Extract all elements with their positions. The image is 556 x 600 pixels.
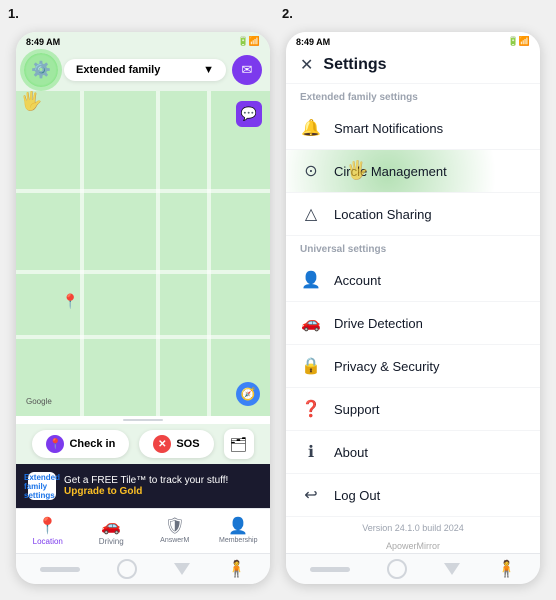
sos-button[interactable]: ✕ SOS (139, 430, 213, 458)
compass-button[interactable]: 🧭 (236, 382, 260, 406)
mail-button[interactable]: ✉ (232, 55, 262, 85)
action-bar: 📍 Check in ✕ SOS 🗂 (16, 424, 270, 464)
support-label: Support (334, 402, 380, 417)
logout-icon: ↩ (300, 485, 322, 505)
driving-tab-icon: 🚗 (101, 516, 121, 536)
location-tab-icon: 📍 (38, 516, 58, 536)
answer-tab-label: AnswerM (160, 537, 189, 544)
settings-about[interactable]: ℹ About (286, 431, 540, 474)
nav-figure-right: 🧍 (497, 559, 517, 579)
nav-home-pill (40, 567, 80, 572)
about-label: About (334, 445, 368, 460)
section-label-family: Extended family settings (286, 84, 540, 107)
location-sharing-icon: △ (300, 204, 322, 224)
about-icon: ℹ (300, 442, 322, 462)
support-icon: ❓ (300, 399, 322, 419)
tab-driving[interactable]: 🚗 Driving (80, 513, 144, 549)
logout-label: Log Out (334, 488, 380, 503)
nav-triangle-right[interactable] (444, 563, 460, 575)
divider (123, 419, 163, 421)
settings-title: Settings (323, 56, 386, 74)
nav-bar-right: 🧍 (286, 553, 540, 584)
checkin-button[interactable]: 📍 Check in (32, 430, 129, 458)
map-area: Google 📍 💬 🧭 🖐 (16, 91, 270, 416)
family-dropdown[interactable]: Extended family ▼ (64, 59, 226, 81)
drive-detection-label: Drive Detection (334, 316, 423, 331)
tab-location[interactable]: 📍 Location (16, 513, 80, 549)
nav-home-pill-right (310, 567, 350, 572)
account-label: Account (334, 273, 381, 288)
step-label-1: 1. (8, 6, 19, 21)
time-right: 8:49 AM (296, 37, 330, 47)
settings-support[interactable]: ❓ Support (286, 388, 540, 431)
watermark-text: ApowerMirror (286, 539, 540, 553)
settings-account[interactable]: 👤 Account (286, 259, 540, 302)
layers-button[interactable]: 🗂 (224, 429, 254, 459)
settings-location-sharing[interactable]: △ Location Sharing (286, 193, 540, 236)
section-label-universal: Universal settings (286, 236, 540, 259)
smart-notifications-label: Smart Notifications (334, 121, 443, 136)
settings-drive-detection[interactable]: 🚗 Drive Detection (286, 302, 540, 345)
tab-answer[interactable]: 🛡 AnswerM (143, 513, 207, 549)
map-pin-red: 📍 (62, 293, 79, 310)
settings-logout[interactable]: ↩ Log Out (286, 474, 540, 517)
map-google-label: Google (26, 397, 52, 406)
sos-icon: ✕ (153, 435, 171, 453)
status-icons-right: 🔋📶 (508, 36, 530, 47)
promo-main-text: Get a FREE Tile™ to track your stuff! (64, 475, 258, 486)
status-icons-left: 🔋📶 (238, 36, 260, 47)
nav-figure: 🧍 (227, 559, 247, 579)
nav-back-dot-right[interactable] (387, 559, 407, 579)
answer-tab-icon: 🛡 (165, 516, 185, 536)
settings-content: Extended family settings 🔔 Smart Notific… (286, 84, 540, 553)
status-bar-left: 8:49 AM 🔋📶 (16, 32, 270, 49)
circle-icon: ⊙ (300, 161, 322, 181)
membership-tab-icon: 👤 (228, 516, 248, 536)
checkin-label: Check in (69, 438, 115, 450)
drive-icon: 🚗 (300, 313, 322, 333)
gear-button[interactable]: ⚙️ (24, 53, 58, 87)
cursor-hand-1: 🖐 (20, 91, 42, 112)
tile-logo: Extended family settings (28, 472, 56, 500)
membership-tab-label: Membership (219, 537, 258, 544)
privacy-label: Privacy & Security (334, 359, 439, 374)
nav-triangle[interactable] (174, 563, 190, 575)
promo-text: Get a FREE Tile™ to track your stuff! Up… (64, 475, 258, 497)
sos-label: SOS (176, 438, 199, 450)
close-button[interactable]: ✕ (300, 55, 313, 75)
dropdown-arrow: ▼ (203, 64, 214, 76)
location-sharing-label: Location Sharing (334, 207, 432, 222)
bottom-tabs: 📍 Location 🚗 Driving 🛡 AnswerM 👤 Members… (16, 508, 270, 553)
account-icon: 👤 (300, 270, 322, 290)
settings-header: ✕ Settings (286, 49, 540, 84)
privacy-icon: 🔒 (300, 356, 322, 376)
promo-banner: Extended family settings Get a FREE Tile… (16, 464, 270, 508)
family-label: Extended family (76, 64, 160, 76)
driving-tab-label: Driving (99, 537, 124, 546)
tab-membership[interactable]: 👤 Membership (207, 513, 271, 549)
nav-bar-left: 🧍 (16, 553, 270, 584)
settings-circle-management[interactable]: ⊙ Circle Management 🖐 (286, 150, 540, 193)
step-label-2: 2. (282, 6, 293, 21)
nav-back-dot[interactable] (117, 559, 137, 579)
version-text: Version 24.1.0 build 2024 (286, 517, 540, 539)
cursor-hand-2: 🖐 (346, 160, 368, 181)
status-bar-right: 8:49 AM 🔋📶 (286, 32, 540, 49)
settings-smart-notifications[interactable]: 🔔 Smart Notifications (286, 107, 540, 150)
bell-icon: 🔔 (300, 118, 322, 138)
map-header: ⚙️ Extended family ▼ ✉ (16, 49, 270, 91)
chat-bubble[interactable]: 💬 (236, 101, 262, 127)
promo-upgrade-text: Upgrade to Gold (64, 486, 258, 497)
location-tab-label: Location (33, 537, 63, 546)
checkin-icon: 📍 (46, 435, 64, 453)
settings-privacy[interactable]: 🔒 Privacy & Security (286, 345, 540, 388)
time-left: 8:49 AM (26, 37, 60, 47)
